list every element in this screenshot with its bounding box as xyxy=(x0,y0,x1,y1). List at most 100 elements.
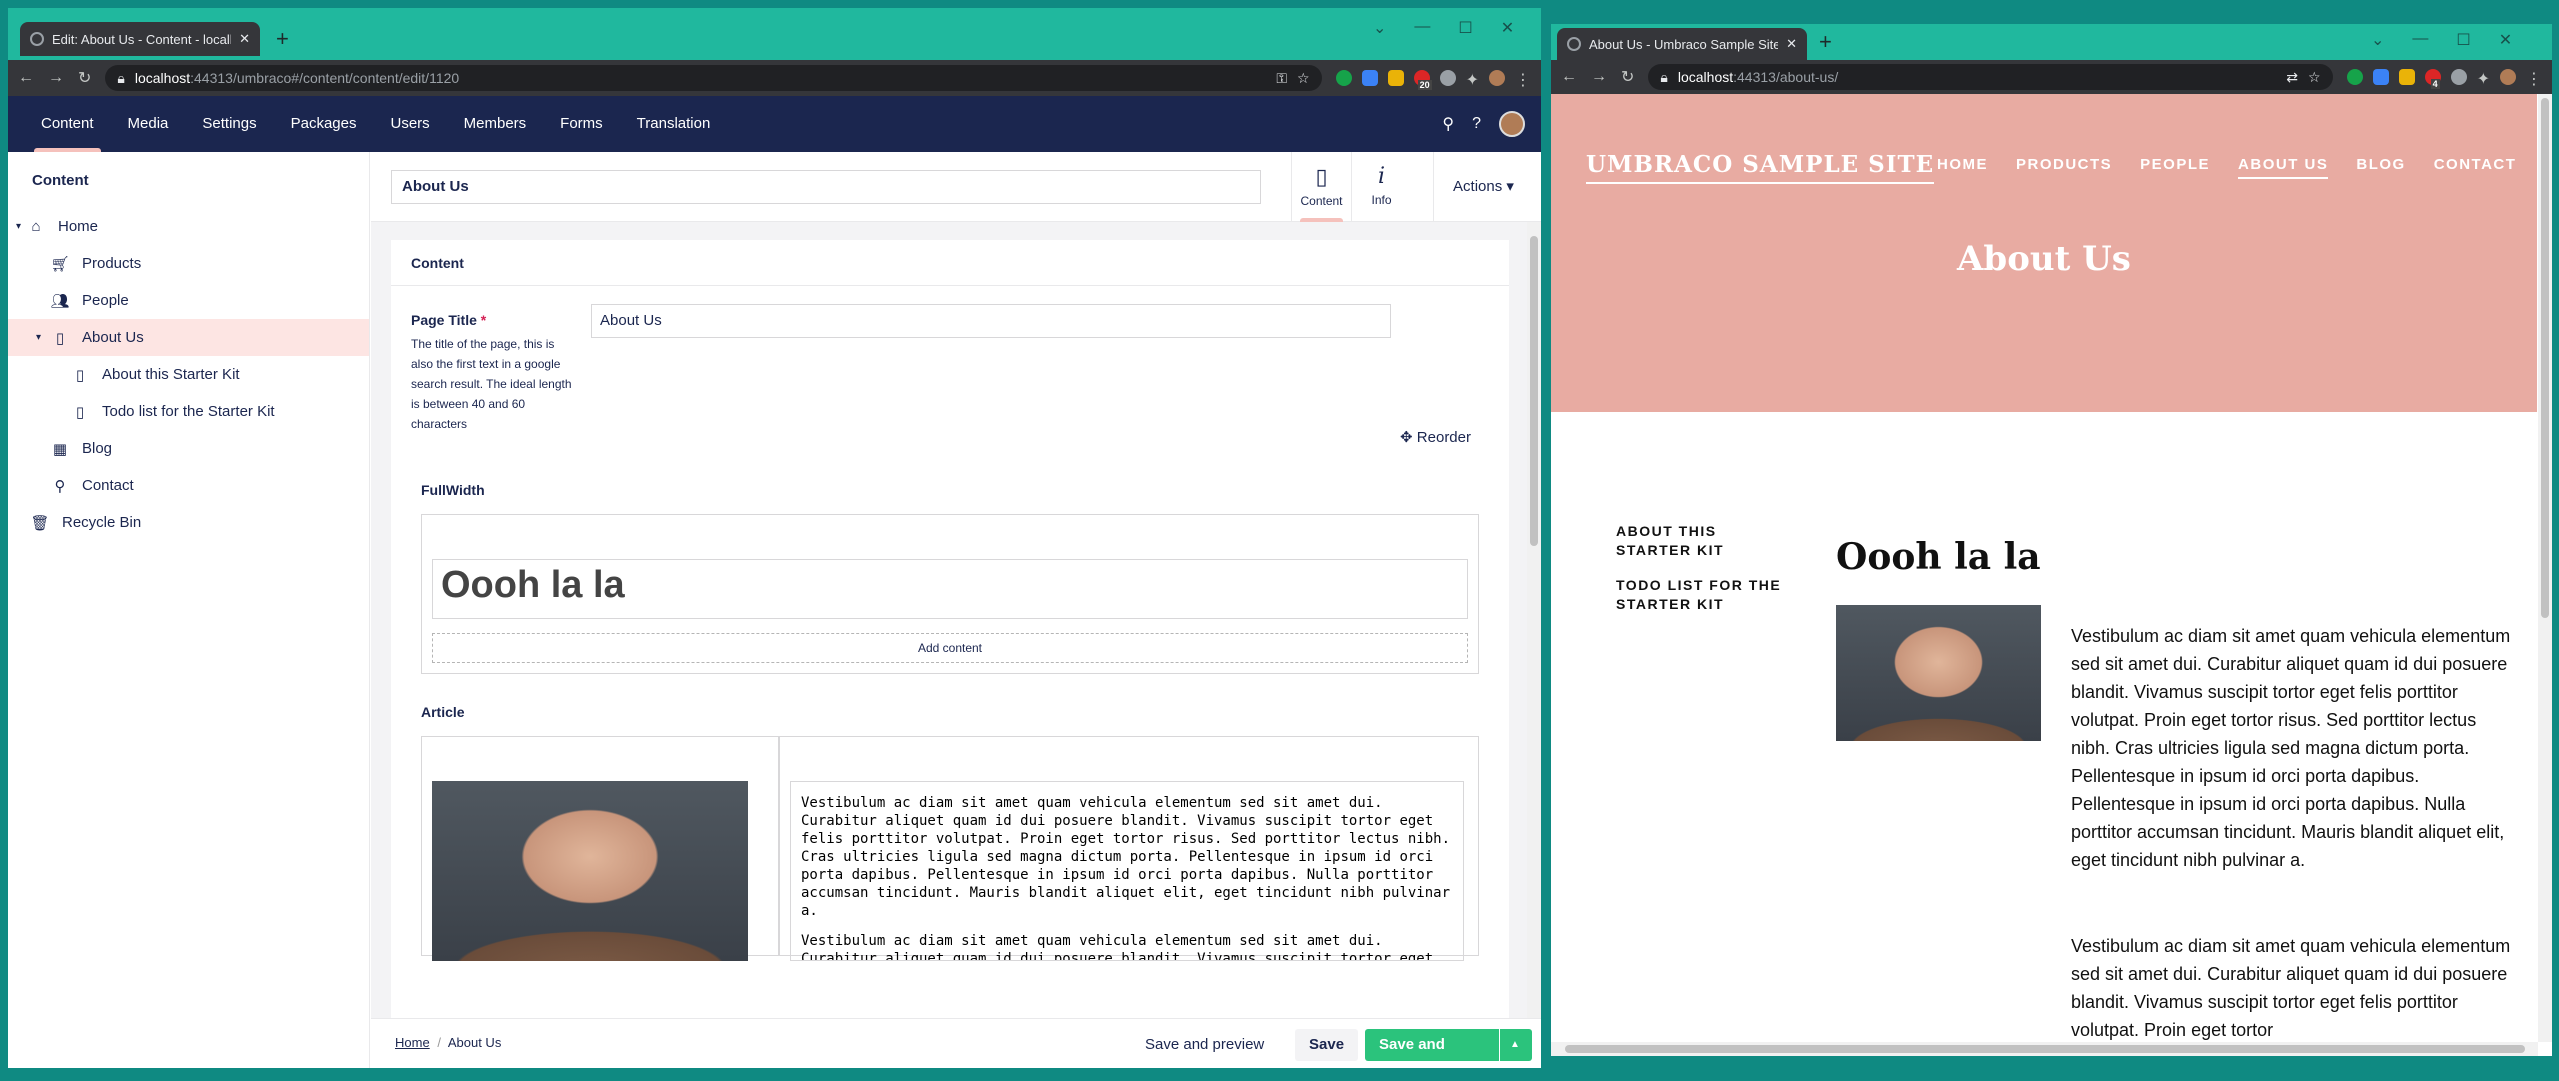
nav-home[interactable]: HOME xyxy=(1937,156,1988,179)
wordpress-icon[interactable] xyxy=(1439,70,1456,86)
nav-contact[interactable]: CONTACT xyxy=(2434,156,2517,179)
ublock-icon[interactable]: 20 xyxy=(1413,70,1432,90)
save-preview-button[interactable]: Save and preview xyxy=(1131,1029,1278,1061)
grammarly-icon[interactable] xyxy=(2346,69,2363,85)
publish-options-caret[interactable]: ▲ xyxy=(1500,1029,1532,1061)
address-bar[interactable]: 🔒︎ localhost:44313/about-us/ ⇄ ☆ xyxy=(1648,64,2333,90)
menu-icon[interactable]: ⋮ xyxy=(2526,69,2542,88)
tree-item-todo[interactable]: ▯ Todo list for the Starter Kit xyxy=(8,393,369,430)
side-link-starter-kit[interactable]: ABOUT THIS STARTER KIT xyxy=(1616,522,1796,560)
side-link-todo[interactable]: TODO LIST FOR THE STARTER KIT xyxy=(1616,576,1796,614)
puzzle-icon[interactable]: ✦ xyxy=(2477,69,2490,88)
page-title-input[interactable]: About Us xyxy=(591,304,1391,338)
reorder-button[interactable]: ✥ Reorder xyxy=(1400,428,1471,446)
grammarly-icon[interactable] xyxy=(1335,70,1352,86)
nav-members[interactable]: Members xyxy=(447,96,544,152)
info-app-tab[interactable]: i Info xyxy=(1351,152,1411,222)
nav-content[interactable]: Content xyxy=(24,96,111,152)
avatar[interactable] xyxy=(1499,111,1525,137)
tree-item-people[interactable]: 👥︎ People xyxy=(8,282,369,319)
nav-blog[interactable]: BLOG xyxy=(2356,156,2405,179)
tree-label: About Us xyxy=(82,329,144,346)
menu-icon[interactable]: ⋮ xyxy=(1515,70,1531,89)
editor-scrollbar[interactable] xyxy=(1527,222,1541,1018)
help-icon[interactable]: ? xyxy=(1472,115,1481,133)
node-name-input[interactable]: About Us xyxy=(391,170,1261,204)
ublock-icon[interactable]: 4 xyxy=(2424,69,2441,89)
close-tab-icon[interactable]: ✕ xyxy=(239,31,250,47)
heading-editor[interactable]: Oooh la la xyxy=(432,559,1468,619)
nav-translation[interactable]: Translation xyxy=(620,96,728,152)
tree-item-contact[interactable]: ⚲ Contact xyxy=(8,467,369,504)
nav-users[interactable]: Users xyxy=(373,96,446,152)
profile-icon[interactable] xyxy=(1489,70,1505,86)
forward-icon[interactable]: → xyxy=(48,69,64,87)
address-bar[interactable]: 🔒︎ localhost:44313/umbraco#/content/cont… xyxy=(105,65,1322,91)
star-icon[interactable]: ☆ xyxy=(1297,70,1310,87)
key-icon[interactable]: ⚿ xyxy=(1276,70,1287,87)
save-button[interactable]: Save xyxy=(1295,1029,1359,1061)
scroll-thumb[interactable] xyxy=(1530,236,1538,546)
site-brand[interactable]: UMBRACO SAMPLE SITE xyxy=(1586,151,1935,184)
star-icon[interactable]: ☆ xyxy=(2308,69,2321,86)
nav-media[interactable]: Media xyxy=(111,96,186,152)
browser-tab-edit[interactable]: Edit: About Us - Content - localh ✕ xyxy=(20,22,260,56)
horizontal-scrollbar[interactable] xyxy=(1551,1042,2538,1056)
tree-item-starter-kit[interactable]: ▯ About this Starter Kit xyxy=(8,356,369,393)
tree-item-recycle-bin[interactable]: 🗑︎ Recycle Bin xyxy=(8,504,369,541)
minimize-icon[interactable]: — xyxy=(2412,30,2428,50)
scroll-thumb[interactable] xyxy=(1565,1045,2525,1053)
maximize-icon[interactable]: ☐ xyxy=(1458,18,1472,38)
tree-item-about-us[interactable]: ▾ ▯ About Us xyxy=(8,319,369,356)
shield-icon[interactable] xyxy=(1387,70,1404,86)
breadcrumb-sep: / xyxy=(437,1035,441,1050)
content-app-tab[interactable]: ▯ Content xyxy=(1291,152,1351,222)
shield-icon[interactable] xyxy=(2398,69,2415,85)
forward-icon[interactable]: → xyxy=(1591,68,1607,86)
article-rte[interactable]: Vestibulum ac diam sit amet quam vehicul… xyxy=(790,781,1464,961)
expand-icon[interactable]: ▾ xyxy=(36,332,46,343)
scroll-thumb[interactable] xyxy=(2541,98,2549,618)
reload-icon[interactable]: ↻ xyxy=(78,68,91,88)
puzzle-icon[interactable]: ✦ xyxy=(1466,70,1479,89)
close-icon[interactable]: ✕ xyxy=(2499,30,2512,50)
tab-search-icon[interactable]: ⌄ xyxy=(2371,30,2384,50)
extension-icon[interactable] xyxy=(1361,70,1378,86)
nav-products[interactable]: PRODUCTS xyxy=(2016,156,2112,179)
breadcrumb-home[interactable]: Home xyxy=(395,1035,430,1050)
close-icon[interactable]: ✕ xyxy=(1501,18,1514,38)
header-tools: ⚲ ? xyxy=(1442,111,1541,137)
minimize-icon[interactable]: — xyxy=(1414,18,1430,38)
nav-packages[interactable]: Packages xyxy=(274,96,374,152)
tree-item-blog[interactable]: ▦ Blog xyxy=(8,430,369,467)
maximize-icon[interactable]: ☐ xyxy=(2456,30,2470,50)
tree-item-products[interactable]: 🛒︎ Products xyxy=(8,245,369,282)
back-icon[interactable]: ← xyxy=(18,69,34,87)
nav-settings[interactable]: Settings xyxy=(185,96,273,152)
url-path: :44313/about-us/ xyxy=(1733,69,1839,85)
add-content-button[interactable]: Add content xyxy=(432,633,1468,663)
tree-item-home[interactable]: ▾ ⌂ Home xyxy=(8,208,369,245)
nav-forms[interactable]: Forms xyxy=(543,96,620,152)
tab-search-icon[interactable]: ⌄ xyxy=(1373,18,1386,38)
article-photo[interactable] xyxy=(432,781,748,961)
new-tab-icon[interactable]: + xyxy=(276,28,289,50)
expand-icon[interactable]: ▾ xyxy=(16,221,26,232)
reload-icon[interactable]: ↻ xyxy=(1621,67,1634,87)
new-tab-icon[interactable]: + xyxy=(1819,31,1832,53)
back-icon[interactable]: ← xyxy=(1561,68,1577,86)
browser-tab-site[interactable]: About Us - Umbraco Sample Site ✕ xyxy=(1557,28,1807,60)
translate-icon[interactable]: ⇄ xyxy=(2286,69,2298,86)
close-tab-icon[interactable]: ✕ xyxy=(1786,36,1797,52)
search-icon[interactable]: ⚲ xyxy=(1442,114,1454,134)
page-title-label: Page Title * The title of the page, this… xyxy=(411,310,576,434)
nav-people[interactable]: PEOPLE xyxy=(2140,156,2210,179)
save-publish-button[interactable]: Save and publish xyxy=(1365,1029,1499,1061)
profile-icon[interactable] xyxy=(2500,69,2516,85)
actions-button[interactable]: Actions ▾ xyxy=(1433,152,1533,222)
page-scrollbar[interactable] xyxy=(2538,94,2552,1042)
wordpress-icon[interactable] xyxy=(2450,69,2467,85)
editor-footer: Home / About Us Save and preview Save Sa… xyxy=(371,1018,1541,1068)
extension-icon[interactable] xyxy=(2372,69,2389,85)
nav-about-us[interactable]: ABOUT US xyxy=(2238,156,2329,179)
